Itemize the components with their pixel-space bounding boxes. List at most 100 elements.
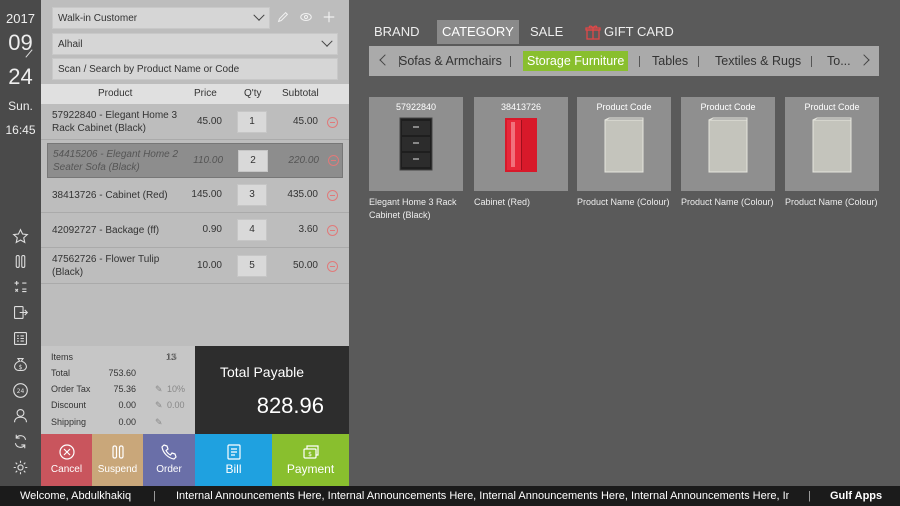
chevron-right-icon[interactable] <box>858 54 870 66</box>
items-label: Items <box>51 352 74 362</box>
order-button[interactable]: Order <box>143 434 195 486</box>
category-item[interactable]: To... <box>823 51 855 71</box>
row-qty-input[interactable]: 2 <box>238 150 268 172</box>
product-search-input[interactable]: Scan / Search by Product Name or Code <box>52 58 338 80</box>
cart-row[interactable]: 42092727 - Backage (ff) 0.90 4 3.60 <box>41 213 349 248</box>
product-code: Product Code <box>700 102 756 112</box>
warehouse-select[interactable]: Alhail <box>52 33 338 55</box>
tab-sale[interactable]: SALE <box>525 20 568 44</box>
edit-customer-icon[interactable] <box>275 9 291 25</box>
remove-item-icon[interactable] <box>327 117 338 128</box>
add-customer-icon[interactable] <box>321 9 337 25</box>
cart-row[interactable]: 38413726 - Cabinet (Red) 145.00 3 435.00 <box>41 178 349 213</box>
row-price: 145.00 <box>191 189 222 200</box>
category-divider <box>510 56 511 67</box>
report-icon[interactable] <box>10 328 30 348</box>
customer-select[interactable]: Walk-in Customer <box>52 7 270 29</box>
product-card[interactable]: 57922840 Elegant Home 3 Rack Cabinet (Bl… <box>369 97 463 222</box>
svg-text:$: $ <box>308 451 312 458</box>
category-item[interactable]: Textiles & Rugs <box>711 51 805 71</box>
tab-category[interactable]: CATEGORY <box>437 20 519 44</box>
product-card[interactable]: 38413726 Cabinet (Red) <box>474 97 568 209</box>
product-card[interactable]: Product Code Product Name (Colour) <box>577 97 671 209</box>
col-price: Price <box>194 88 217 99</box>
shipping-label: Shipping <box>51 417 87 427</box>
row-subtotal: 45.00 <box>292 116 318 127</box>
pause-icon[interactable] <box>10 251 30 271</box>
remove-item-icon[interactable] <box>328 155 339 166</box>
row-qty-input[interactable]: 4 <box>237 219 267 241</box>
product-card[interactable]: Product Code Product Name (Colour) <box>681 97 775 209</box>
cart-table-header: Product Price Q'ty Subtotal <box>41 84 349 104</box>
logout-icon[interactable] <box>10 302 30 322</box>
date-weekday: Sun. <box>8 99 33 113</box>
total-label: Total <box>51 368 71 378</box>
product-name: Product Name (Colour) <box>785 197 878 207</box>
clock-time: 16:45 <box>5 123 36 137</box>
red-cabinet-image <box>505 118 537 172</box>
row-product-name: 42092727 - Backage (ff) <box>52 225 160 236</box>
product-code: 57922840 <box>395 102 437 112</box>
product-code: Product Code <box>596 102 652 112</box>
customer-value: Walk-in Customer <box>58 12 138 24</box>
chevron-down-icon <box>321 35 333 47</box>
cart-panel: Walk-in Customer Alhail Scan / Search by… <box>41 0 349 346</box>
money-bag-icon[interactable]: $ <box>10 354 30 374</box>
settings-icon[interactable] <box>10 457 30 477</box>
tab-gift-card[interactable]: GIFT CARD <box>582 20 679 44</box>
row-qty-input[interactable]: 5 <box>237 255 267 277</box>
row-product-name: 47562726 - Flower Tulip (Black) <box>52 254 160 278</box>
items-value: 13 <box>165 352 176 362</box>
product-code: Product Code <box>804 102 860 112</box>
row-qty-input[interactable]: 3 <box>237 184 267 206</box>
category-item[interactable]: Sofas & Armchairs <box>395 51 506 71</box>
cart-row[interactable]: 57922840 - Elegant Home 3 Rack Cabinet (… <box>41 105 349 140</box>
total-payable-panel: Total Payable 828.96 <box>195 346 349 434</box>
phone-icon <box>160 443 178 461</box>
row-price: 110.00 <box>193 155 223 166</box>
product-thumb: Product Code <box>681 97 775 191</box>
product-thumb: Product Code <box>577 97 671 191</box>
remove-item-icon[interactable] <box>327 190 338 201</box>
row-subtotal: 220.00 <box>288 155 319 166</box>
category-bar: Sofas & Armchairs Storage Furniture Tabl… <box>369 46 879 76</box>
category-item-active[interactable]: Storage Furniture <box>523 51 629 71</box>
search-placeholder: Scan / Search by Product Name or Code <box>58 63 240 75</box>
calculator-icon[interactable] <box>10 276 30 296</box>
total-value: 753.60 <box>108 368 136 378</box>
product-thumb: 38413726 <box>474 97 568 191</box>
suspend-button[interactable]: Suspend <box>92 434 143 486</box>
star-icon[interactable] <box>10 226 30 246</box>
bill-icon <box>225 443 243 461</box>
row-price: 0.90 <box>202 224 222 235</box>
tab-brand[interactable]: BRAND <box>369 20 425 44</box>
col-qty: Q'ty <box>244 88 262 99</box>
cancel-button[interactable]: Cancel <box>41 434 92 486</box>
category-divider <box>639 56 640 67</box>
footer-divider: | <box>808 490 811 502</box>
placeholder-image <box>604 117 644 173</box>
cart-row[interactable]: 47562726 - Flower Tulip (Black) 10.00 5 … <box>41 249 349 284</box>
gift-icon <box>585 25 601 40</box>
product-code: 38413726 <box>500 102 542 112</box>
product-card[interactable]: Product Code Product Name (Colour) <box>785 97 879 209</box>
category-item[interactable]: Tables <box>648 51 692 71</box>
edit-shipping-icon[interactable]: ✎ <box>155 417 195 428</box>
payment-button[interactable]: $ Payment <box>272 434 349 486</box>
view-customer-icon[interactable] <box>298 9 314 25</box>
clock-24-icon[interactable]: 24 <box>10 380 30 400</box>
chevron-left-icon[interactable] <box>379 54 391 66</box>
remove-item-icon[interactable] <box>327 225 338 236</box>
bill-label: Bill <box>225 462 242 476</box>
col-product: Product <box>98 88 133 99</box>
remove-item-icon[interactable] <box>327 261 338 272</box>
total-payable-label: Total Payable <box>220 364 305 380</box>
footer-divider: | <box>153 490 156 502</box>
refresh-icon[interactable] <box>10 431 30 451</box>
cart-row-selected[interactable]: 54415206 - Elegant Home 2 Seater Sofa (B… <box>47 143 343 178</box>
payment-label: Payment <box>286 462 335 476</box>
row-qty-input[interactable]: 1 <box>237 111 267 133</box>
col-subtotal: Subtotal <box>282 88 319 99</box>
bill-button[interactable]: Bill <box>195 434 272 486</box>
user-icon[interactable] <box>10 405 30 425</box>
